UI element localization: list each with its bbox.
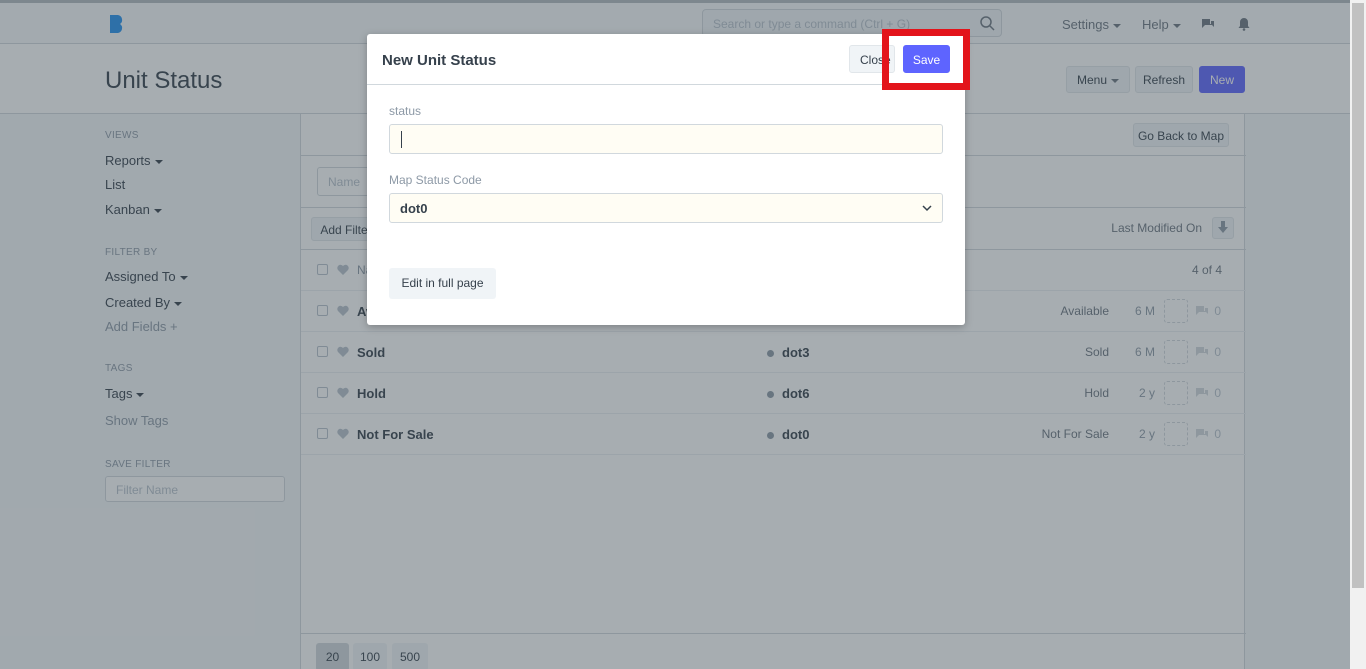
dialog-header: New Unit Status Close Save — [367, 34, 965, 85]
edit-in-full-page-button[interactable]: Edit in full page — [389, 268, 496, 299]
map-status-code-value: dot0 — [400, 201, 428, 216]
map-status-code-select[interactable]: dot0 — [389, 193, 943, 223]
map-status-code-label: Map Status Code — [389, 173, 482, 187]
save-button-highlight — [882, 29, 970, 90]
status-input[interactable] — [389, 124, 943, 154]
chevron-down-icon — [922, 205, 932, 212]
new-unit-status-dialog: New Unit Status Close Save status Map St… — [367, 34, 965, 325]
dialog-title: New Unit Status — [382, 52, 497, 69]
text-cursor — [401, 131, 402, 148]
scrollbar-thumb[interactable] — [1352, 3, 1364, 588]
status-field-label: status — [389, 104, 422, 118]
